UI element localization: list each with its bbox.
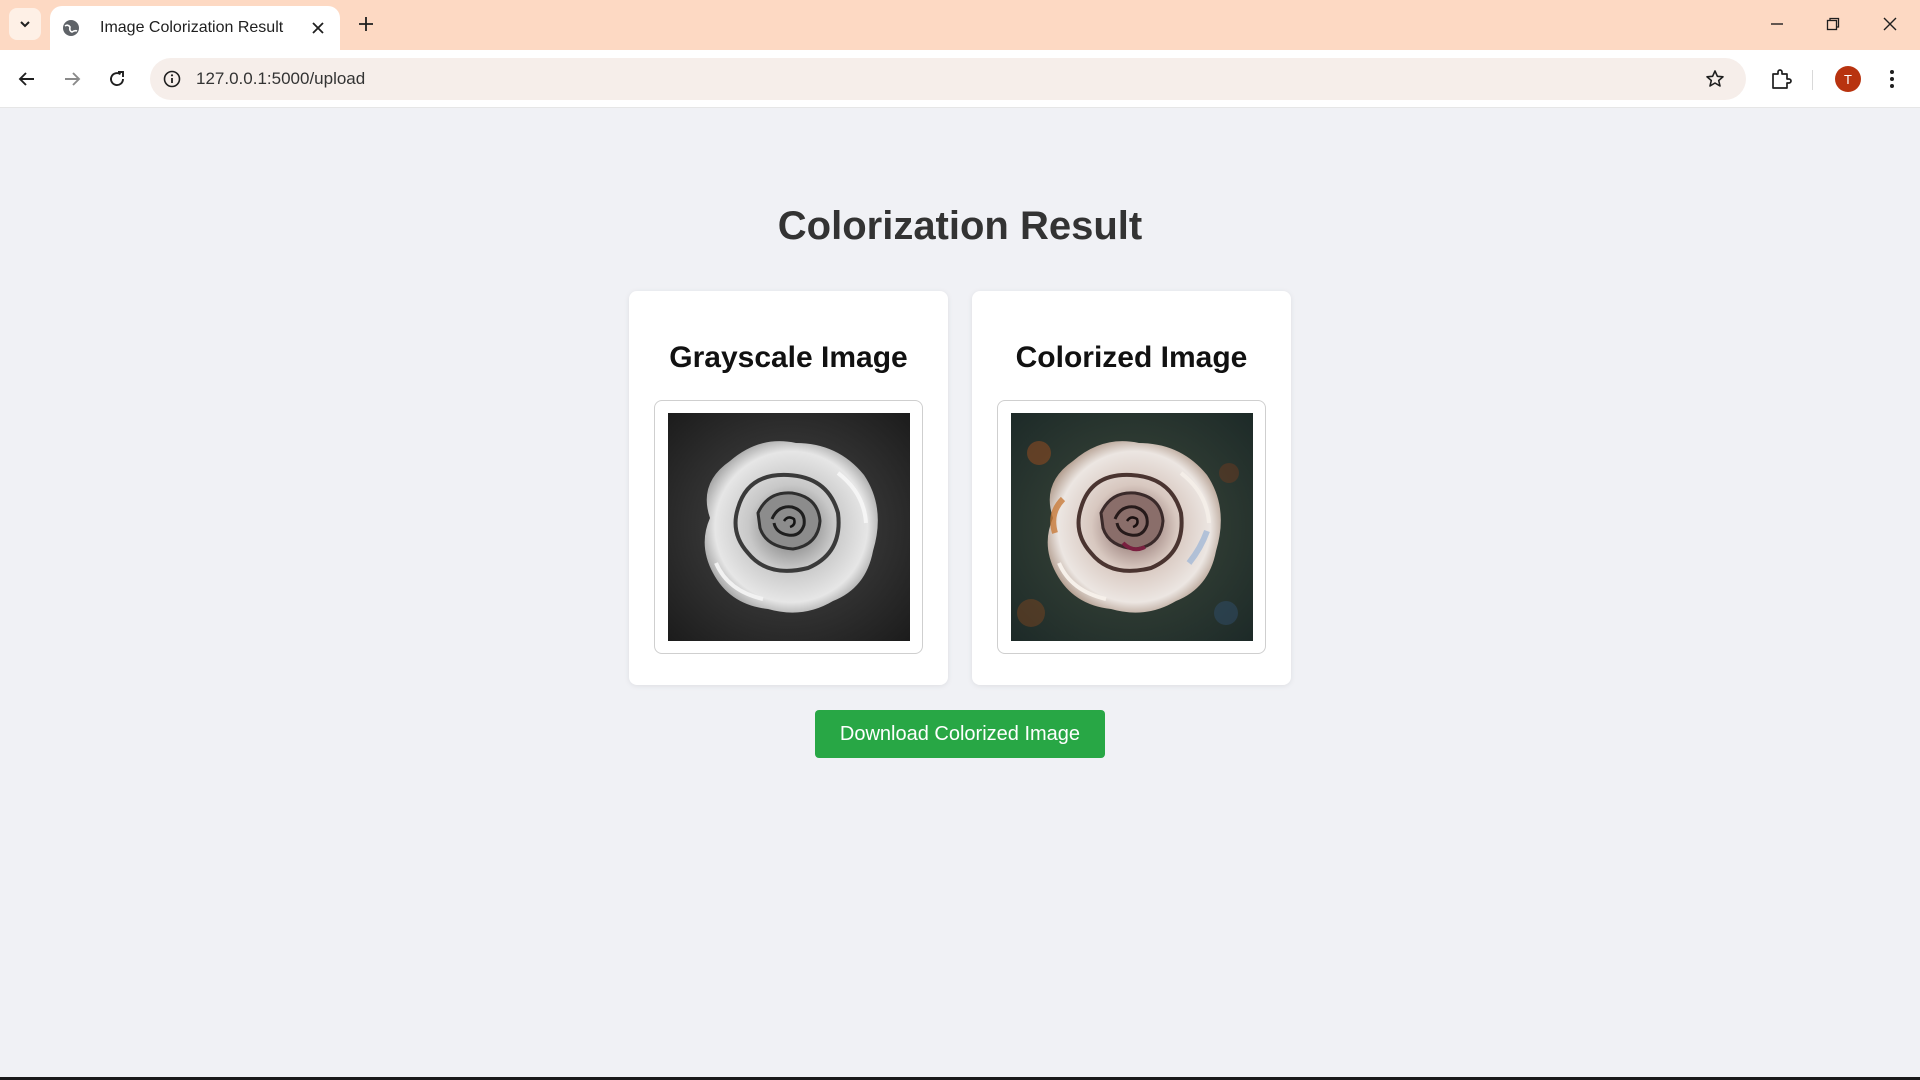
browser-toolbar: 127.0.0.1:5000/upload <box>0 50 1920 108</box>
bookmark-star-icon[interactable] <box>1702 66 1728 92</box>
grayscale-card: Grayscale Image <box>629 291 948 685</box>
restore-button[interactable] <box>1813 8 1853 40</box>
arrow-left-icon <box>18 72 34 86</box>
close-window-button[interactable] <box>1870 8 1910 40</box>
plus-icon <box>359 17 373 31</box>
back-button[interactable] <box>10 62 44 96</box>
page-content: Colorization Result Grayscale Image Colo… <box>0 109 1920 1077</box>
tab-title: Image Colorization Result <box>100 19 284 36</box>
tab-strip: Image Colorization Result <box>0 0 1920 50</box>
active-tab[interactable]: Image Colorization Result <box>50 6 340 50</box>
puzzle-icon <box>1772 69 1792 89</box>
colorized-card-title: Colorized Image <box>1015 341 1248 374</box>
grayscale-image-frame <box>654 400 923 654</box>
grayscale-card-title: Grayscale Image <box>669 341 908 374</box>
address-bar[interactable]: 127.0.0.1:5000/upload <box>150 58 1746 100</box>
more-vertical-icon <box>1890 70 1894 88</box>
url-text[interactable]: 127.0.0.1:5000/upload <box>196 69 1702 89</box>
minimize-icon <box>1771 23 1783 25</box>
download-colorized-button[interactable]: Download Colorized Image <box>815 710 1105 758</box>
reload-icon <box>110 71 124 86</box>
site-info-icon[interactable] <box>162 69 182 89</box>
restore-icon <box>1826 17 1840 31</box>
colorized-card: Colorized Image <box>972 291 1291 685</box>
chevron-down-icon <box>20 21 30 28</box>
profile-avatar[interactable]: T <box>1835 66 1861 92</box>
minimize-button[interactable] <box>1757 8 1797 40</box>
page-title: Colorization Result <box>777 204 1143 248</box>
colorized-image-frame <box>997 400 1266 654</box>
colorized-rose-image <box>1011 413 1253 641</box>
close-icon <box>312 22 324 34</box>
tab-search-button[interactable] <box>9 8 41 40</box>
extensions-button[interactable] <box>1765 63 1797 95</box>
close-tab-button[interactable] <box>306 16 330 40</box>
toolbar-separator <box>1812 70 1813 90</box>
close-icon <box>1883 17 1897 31</box>
grayscale-rose-image <box>668 413 910 641</box>
new-tab-button[interactable] <box>353 11 379 37</box>
globe-icon <box>62 19 80 37</box>
reload-button[interactable] <box>100 62 134 96</box>
profile-initial: T <box>1844 71 1852 87</box>
arrow-right-icon <box>65 72 81 86</box>
forward-button[interactable] <box>55 62 89 96</box>
menu-button[interactable] <box>1876 63 1908 95</box>
